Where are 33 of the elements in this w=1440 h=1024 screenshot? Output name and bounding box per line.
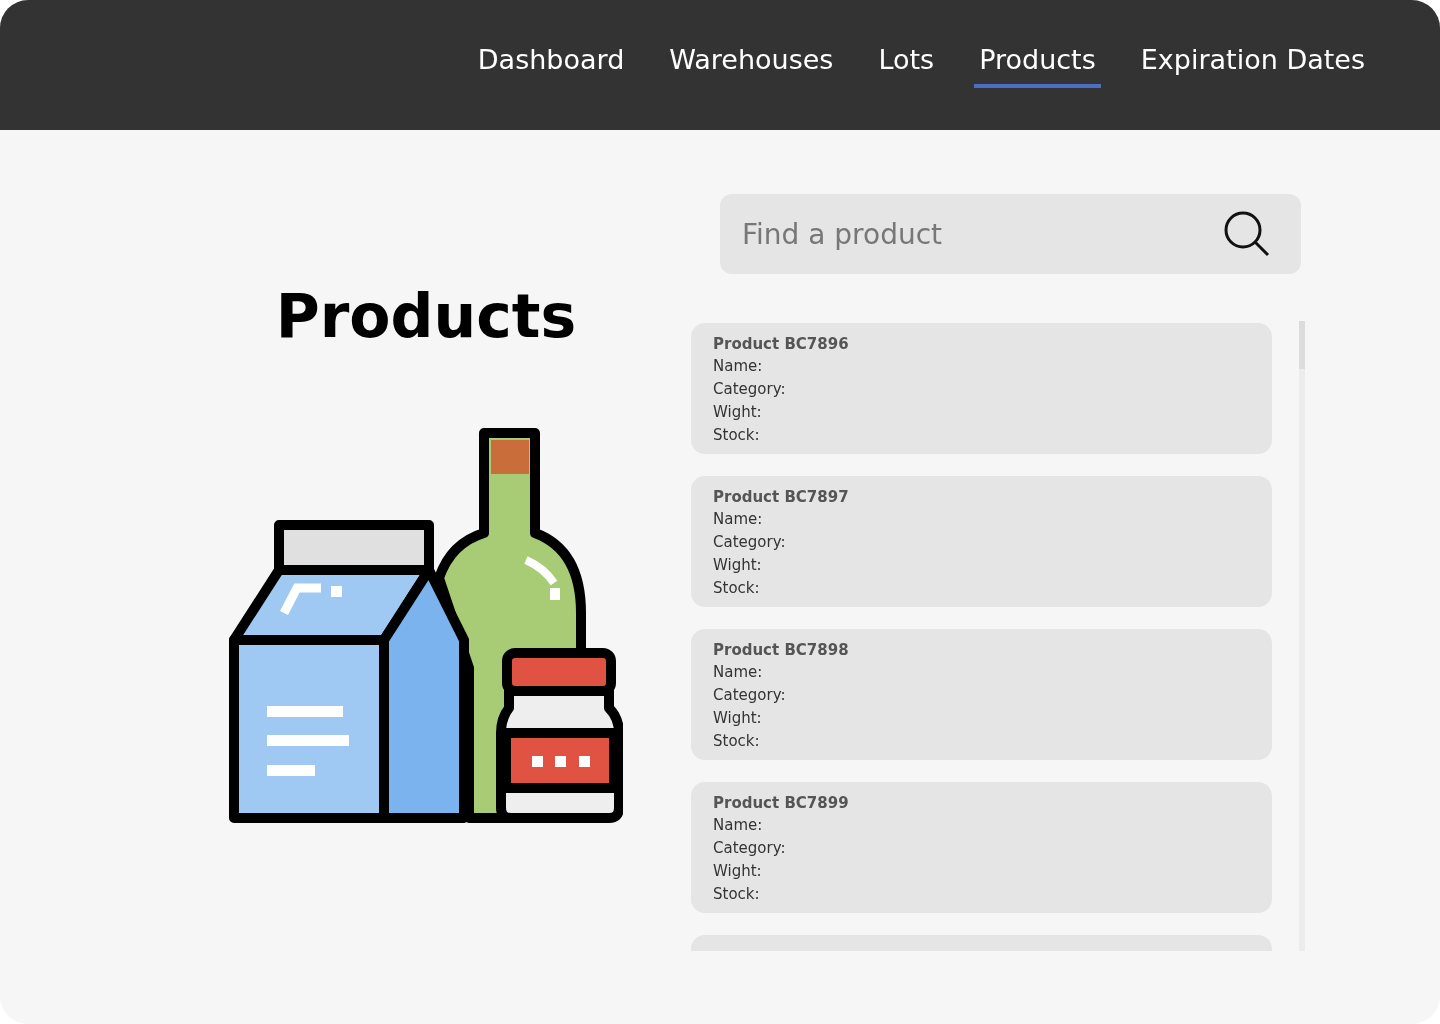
field-label: Wight: [713, 402, 762, 423]
product-card[interactable]: Product BC7897 Name: Category: Wight: Stock: [691, 476, 1272, 607]
product-title: Product BC7896 [713, 334, 849, 355]
product-card[interactable]: Product BC7896 Name: Category: Wight: Stock: [691, 323, 1272, 454]
nav-tab[interactable]: Expiration Dates [1135, 40, 1370, 88]
field-label: Wight: [713, 555, 762, 576]
field-label: Name: [713, 815, 763, 836]
product-card[interactable]: Product BC7898 Name: Category: Wight: Stock: [691, 629, 1272, 760]
page-title: Products [275, 280, 577, 352]
nav-tab[interactable]: Warehouses [664, 40, 839, 88]
field-label: Name: [713, 662, 763, 683]
field-label: Name: [713, 356, 763, 377]
field-label: Category: [713, 685, 786, 706]
field-label: Category: [713, 532, 786, 553]
field-label: Category: [713, 838, 786, 859]
product-title: Product BC7897 [713, 487, 849, 508]
nav-tab[interactable]: Dashboard [472, 40, 630, 88]
field-label: Stock: [713, 578, 760, 599]
nav-tab[interactable]: Lots [873, 40, 940, 88]
field-label: Wight: [713, 861, 762, 882]
field-label: Stock: [713, 731, 760, 752]
scrollbar-thumb[interactable] [1299, 321, 1305, 369]
field-label: Category: [713, 379, 786, 400]
field-label: Name: [713, 509, 763, 530]
product-title: Product BC7898 [713, 640, 849, 661]
product-title: Product BC7899 [713, 793, 849, 814]
field-label: Stock: [713, 884, 760, 905]
product-card[interactable]: Product BC7899 Name: Category: Wight: Stock: [691, 782, 1272, 913]
field-label: Stock: [713, 425, 760, 446]
nav-tab[interactable]: Products [974, 40, 1101, 88]
search-field[interactable]: Find a product [720, 194, 1301, 274]
field-label: Wight: [713, 708, 762, 729]
search-icon[interactable] [1223, 210, 1271, 258]
